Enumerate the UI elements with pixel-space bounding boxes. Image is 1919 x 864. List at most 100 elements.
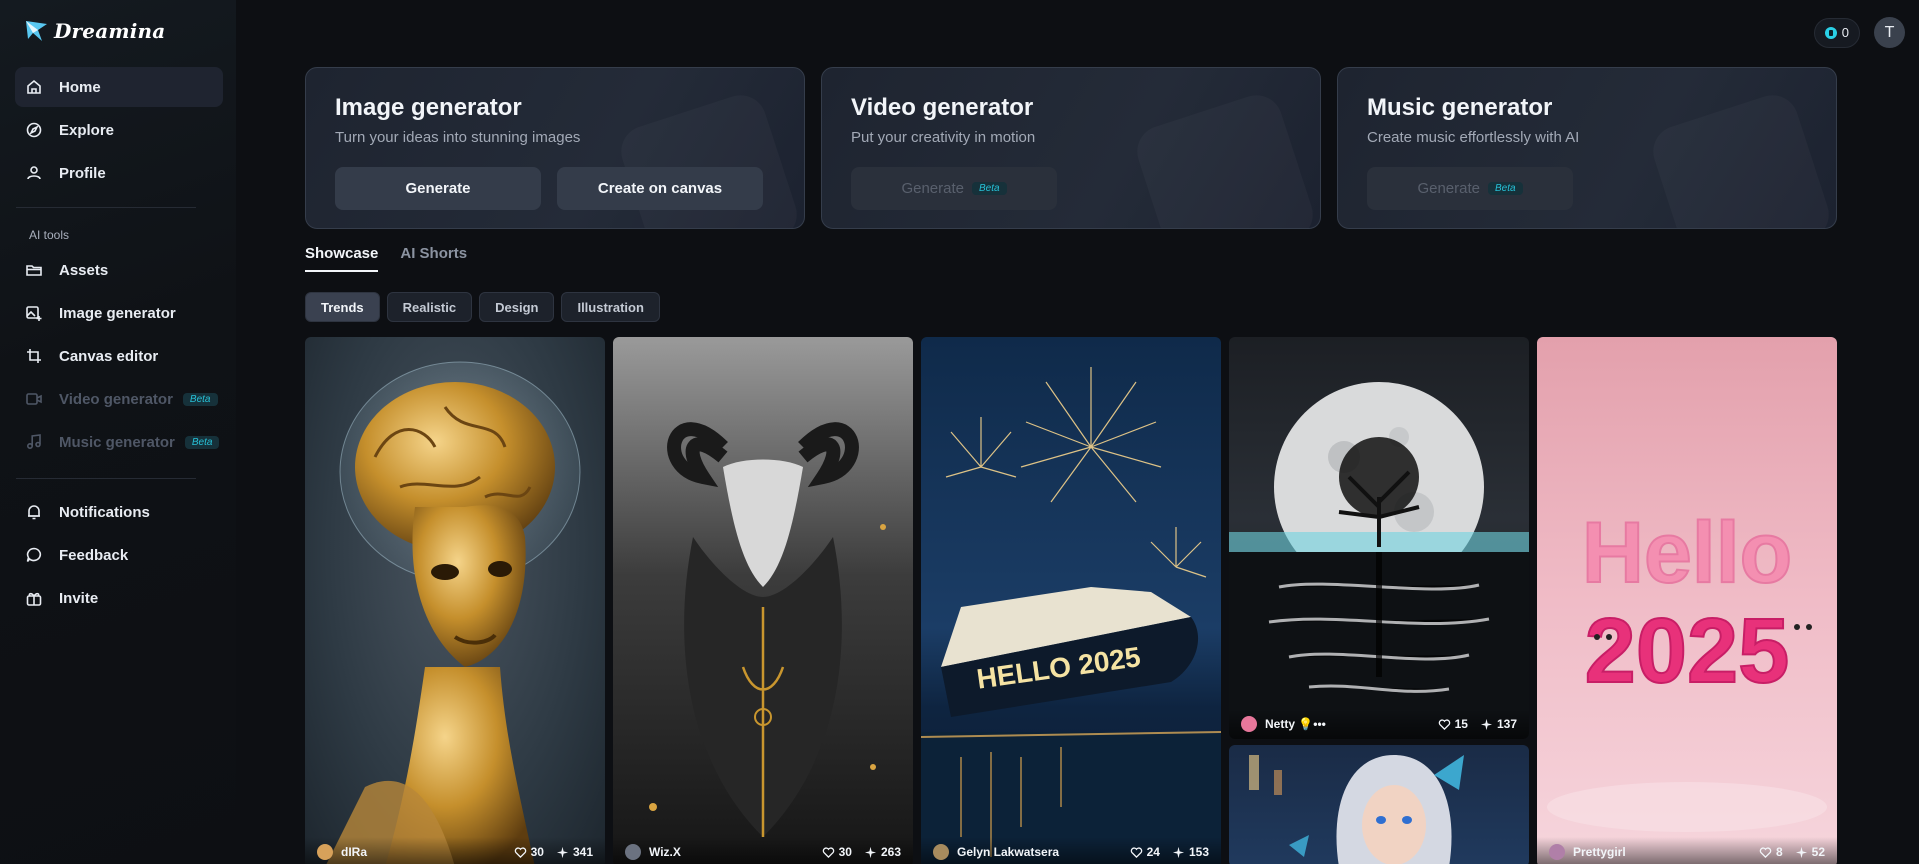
card-title: Image generator [335,94,522,121]
heart-icon [1759,846,1772,858]
sidebar-item-label: Home [59,78,101,96]
heart-icon [822,846,834,858]
like-stat[interactable]: 8 [1759,845,1783,859]
header-actions: 0 T [1813,17,1905,48]
gift-icon [25,589,43,607]
credits-count: 0 [1841,25,1849,40]
remix-stat[interactable]: 263 [864,845,901,859]
avatar [1549,844,1565,860]
heart-icon [1130,846,1142,858]
sidebar: Dreamina Home Explore Profile AI tools A… [0,0,236,864]
sparkle-icon [1795,846,1807,858]
like-stat[interactable]: 24 [1130,845,1160,859]
sidebar-item-canvas-editor[interactable]: Canvas editor [15,336,223,376]
gallery-card[interactable]: dIRa 30 341 [305,337,605,864]
goat-image [649,422,886,837]
generator-cards: Image generator Turn your ideas into stu… [305,67,1837,229]
sidebar-item-invite[interactable]: Invite [15,578,223,618]
fairy-girl-image [1249,755,1464,864]
sidebar-item-feedback[interactable]: Feedback [15,535,223,575]
author-name: Gelyn Lakwatsera [957,845,1060,859]
generate-video-button[interactable]: Generate Beta [851,167,1057,210]
chip-design[interactable]: Design [479,292,555,322]
sparkle-icon [1480,718,1493,730]
sidebar-item-music-generator[interactable]: Music generator Beta [15,422,223,462]
gallery-card[interactable]: HELLO 2025 Gelyn Lakwatsera 24 153 [921,337,1221,864]
sidebar-item-label: Assets [59,261,109,279]
crop-icon [25,347,43,365]
avatar [317,844,333,860]
sidebar-item-home[interactable]: Home [15,67,223,107]
author-name: Prettygirl [1573,845,1626,859]
like-count: 24 [1146,845,1160,859]
cruise-ship-fireworks-image: HELLO 2025 [921,367,1221,864]
content-tabs: Showcase AI Shorts [305,245,467,272]
logo[interactable]: Dreamina [24,18,165,44]
like-count: 15 [1454,717,1468,731]
card-subtitle: Turn your ideas into stunning images [335,129,581,146]
chip-trends[interactable]: Trends [305,292,380,322]
avatar[interactable]: T [1874,17,1905,48]
moon-tree-reflection-image [1229,382,1529,739]
remix-stat[interactable]: 137 [1480,717,1517,731]
card-title: Video generator [851,94,1034,121]
credits-button[interactable]: 0 [1813,17,1860,48]
sparkle-icon [864,846,877,858]
create-on-canvas-button[interactable]: Create on canvas [557,167,763,210]
filter-chips: Trends Realistic Design Illustration [305,292,660,322]
beta-badge: Beta [1487,182,1523,195]
generate-music-button[interactable]: Generate Beta [1367,167,1573,210]
sidebar-item-notifications[interactable]: Notifications [15,492,223,532]
music-deco-icon [1646,88,1835,228]
sidebar-item-explore[interactable]: Explore [15,110,223,150]
like-stat[interactable]: 30 [514,845,544,859]
like-count: 30 [838,845,852,859]
like-stat[interactable]: 15 [1438,717,1468,731]
gallery-card[interactable]: Wiz.X 30 263 [613,337,913,864]
video-icon [25,390,43,408]
sparkle-icon [556,846,569,858]
ai-tools-nav: Assets Image generator Canvas editor Vid… [15,250,223,465]
sidebar-item-video-generator[interactable]: Video generator Beta [15,379,223,419]
button-label: Generate [1417,180,1480,197]
bottom-nav: Notifications Feedback Invite [15,492,223,621]
tab-showcase[interactable]: Showcase [305,245,379,272]
tab-ai-shorts[interactable]: AI Shorts [400,245,467,272]
sidebar-item-label: Profile [59,164,106,182]
gallery-card[interactable]: Hello 2025 Prettygirl 8 52 [1537,337,1837,864]
remix-stat[interactable]: 341 [556,845,593,859]
chip-realistic[interactable]: Realistic [386,292,473,322]
main-nav: Home Explore Profile [15,67,223,196]
gallery-card[interactable] [1229,745,1529,864]
home-icon [25,78,43,96]
sidebar-item-profile[interactable]: Profile [15,153,223,193]
beta-badge: Beta [184,435,220,449]
author-name: Netty 💡••• [1265,717,1326,731]
dreamina-logo-icon [26,21,47,41]
like-stat[interactable]: 30 [822,845,852,859]
remix-stat[interactable]: 153 [1172,845,1209,859]
sidebar-item-image-generator[interactable]: Image generator [15,293,223,333]
remix-count: 137 [1496,717,1517,731]
chip-illustration[interactable]: Illustration [561,292,660,322]
heart-icon [514,846,526,858]
sidebar-divider [16,478,196,479]
image-generator-card[interactable]: Image generator Turn your ideas into stu… [305,67,805,229]
remix-count: 52 [1811,845,1825,859]
generate-image-button[interactable]: Generate [335,167,541,210]
button-label: Generate [901,180,964,197]
avatar [1241,716,1257,732]
remix-stat[interactable]: 52 [1795,845,1825,859]
art-text-2025: 2025 [1585,600,1790,702]
music-generator-card[interactable]: Music generator Create music effortlessl… [1337,67,1837,229]
card-meta: Wiz.X 30 263 [613,837,913,864]
gallery-card[interactable]: Netty 💡••• 15 137 [1229,337,1529,739]
video-deco-icon [1130,88,1319,228]
sidebar-item-label: Explore [59,121,115,139]
bell-icon [25,503,43,521]
avatar [933,844,949,860]
video-generator-card[interactable]: Video generator Put your creativity in m… [821,67,1321,229]
sidebar-item-label: Notifications [59,503,150,521]
author-name: dIRa [341,845,368,859]
sidebar-item-assets[interactable]: Assets [15,250,223,290]
